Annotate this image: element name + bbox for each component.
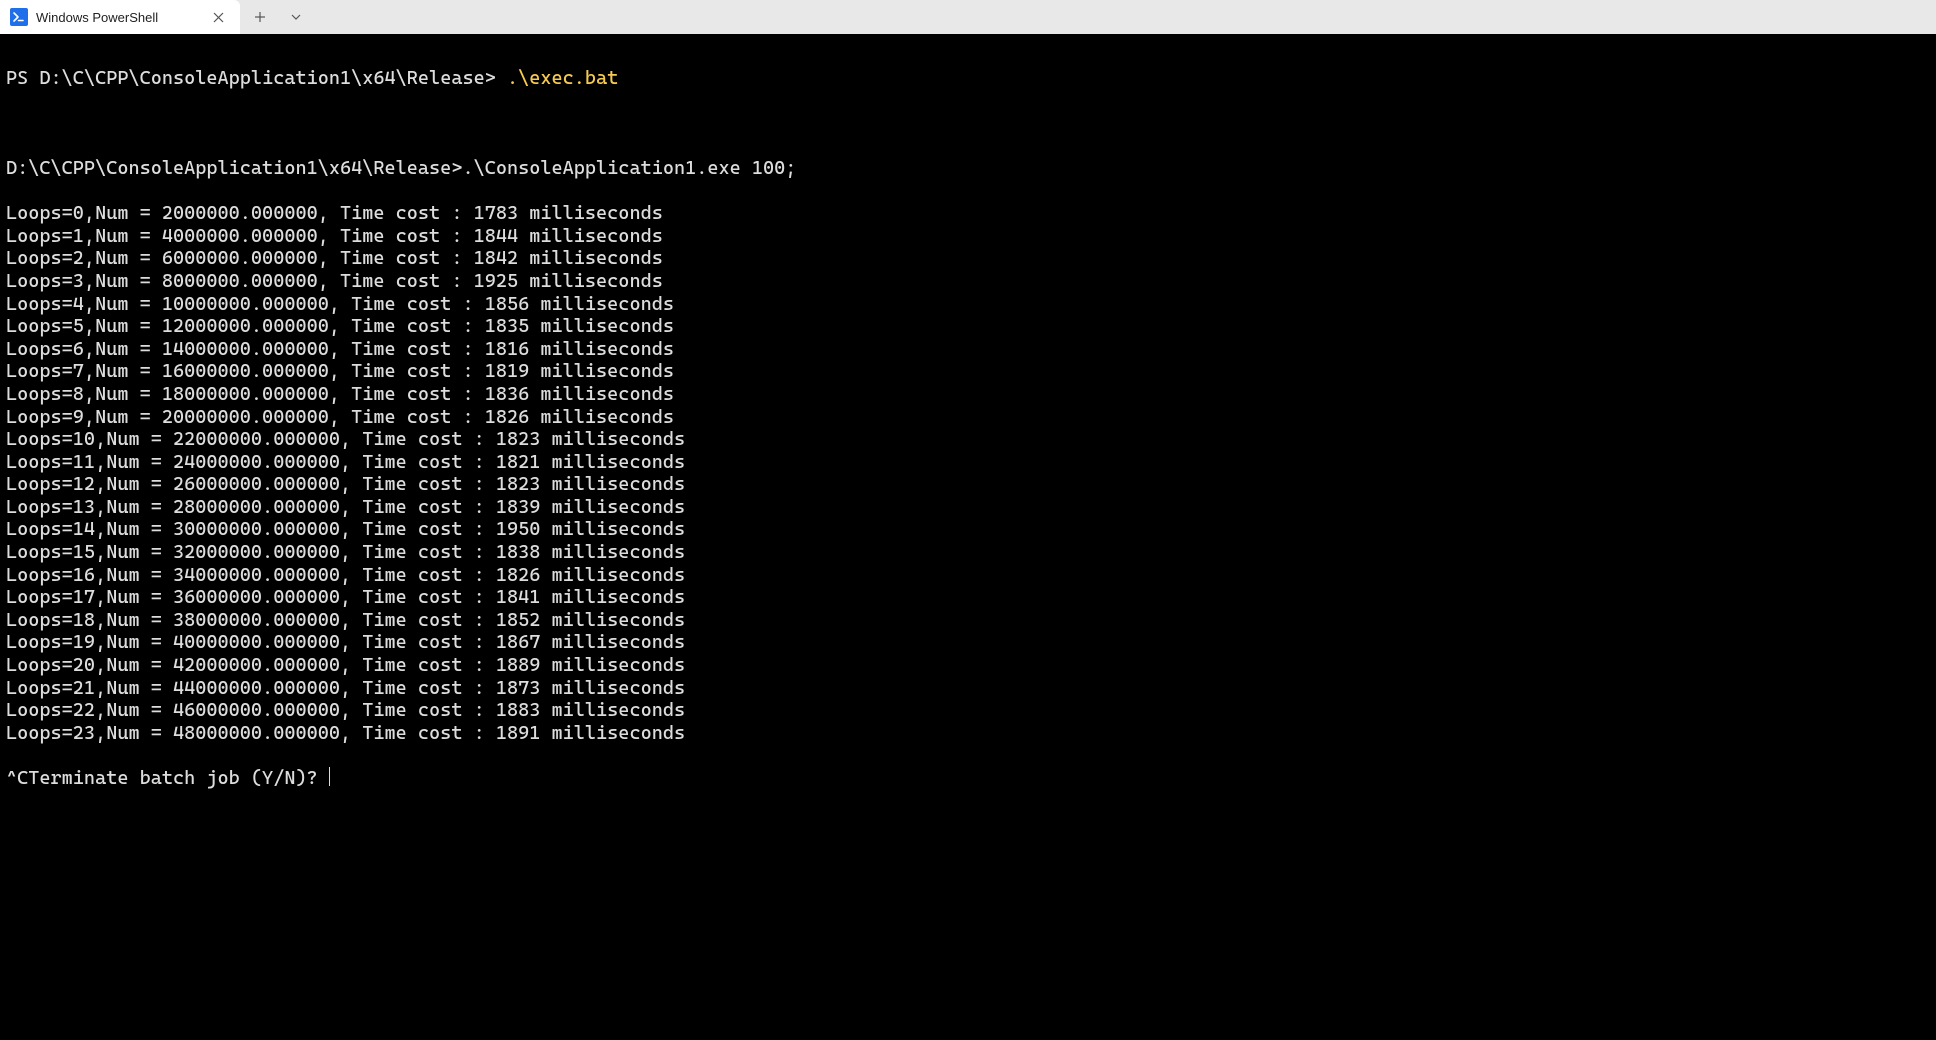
output-line: Loops=10,Num = 22000000.000000, Time cos… [6,428,1930,451]
powershell-icon [10,8,28,26]
tab-powershell[interactable]: Windows PowerShell [0,0,240,34]
echo-line: D:\C\CPP\ConsoleApplication1\x64\Release… [6,157,1930,180]
titlebar-actions [240,0,316,34]
output-line: Loops=21,Num = 44000000.000000, Time cos… [6,677,1930,700]
output-line: Loops=4,Num = 10000000.000000, Time cost… [6,293,1930,316]
terminal-viewport[interactable]: PS D:\C\CPP\ConsoleApplication1\x64\Rele… [0,34,1936,1040]
tab-title: Windows PowerShell [36,10,198,25]
output-line: Loops=12,Num = 26000000.000000, Time cos… [6,473,1930,496]
output-line: Loops=9,Num = 20000000.000000, Time cost… [6,406,1930,429]
output-line: Loops=22,Num = 46000000.000000, Time cos… [6,699,1930,722]
tab-close-button[interactable] [206,5,230,29]
output-line: Loops=15,Num = 32000000.000000, Time cos… [6,541,1930,564]
output-line: Loops=14,Num = 30000000.000000, Time cos… [6,518,1930,541]
prompt-path: D:\C\CPP\ConsoleApplication1\x64\Release… [39,67,495,89]
prompt-prefix: PS [6,67,39,89]
terminate-line: ^CTerminate batch job (Y/N)? [6,767,1930,790]
output-line: Loops=16,Num = 34000000.000000, Time cos… [6,564,1930,587]
output-line: Loops=5,Num = 12000000.000000, Time cost… [6,315,1930,338]
output-line: Loops=11,Num = 24000000.000000, Time cos… [6,451,1930,474]
prompt-line: PS D:\C\CPP\ConsoleApplication1\x64\Rele… [6,67,1930,90]
output-line: Loops=20,Num = 42000000.000000, Time cos… [6,654,1930,677]
output-line: Loops=7,Num = 16000000.000000, Time cost… [6,360,1930,383]
output-line: Loops=2,Num = 6000000.000000, Time cost … [6,247,1930,270]
output-line: Loops=0,Num = 2000000.000000, Time cost … [6,202,1930,225]
output-line: Loops=18,Num = 38000000.000000, Time cos… [6,609,1930,632]
terminate-prompt: ^CTerminate batch job (Y/N)? [6,767,329,789]
titlebar: Windows PowerShell [0,0,1936,34]
output-line: Loops=13,Num = 28000000.000000, Time cos… [6,496,1930,519]
output-line: Loops=6,Num = 14000000.000000, Time cost… [6,338,1930,361]
blank-line [6,112,1930,135]
output-line: Loops=1,Num = 4000000.000000, Time cost … [6,225,1930,248]
output-line: Loops=17,Num = 36000000.000000, Time cos… [6,586,1930,609]
output-line: Loops=3,Num = 8000000.000000, Time cost … [6,270,1930,293]
cursor [329,767,330,786]
output-line: Loops=23,Num = 48000000.000000, Time cos… [6,722,1930,745]
prompt-command: .\exec.bat [507,67,618,89]
new-tab-button[interactable] [244,3,276,31]
output-line: Loops=8,Num = 18000000.000000, Time cost… [6,383,1930,406]
tab-dropdown-button[interactable] [280,3,312,31]
output-line: Loops=19,Num = 40000000.000000, Time cos… [6,631,1930,654]
